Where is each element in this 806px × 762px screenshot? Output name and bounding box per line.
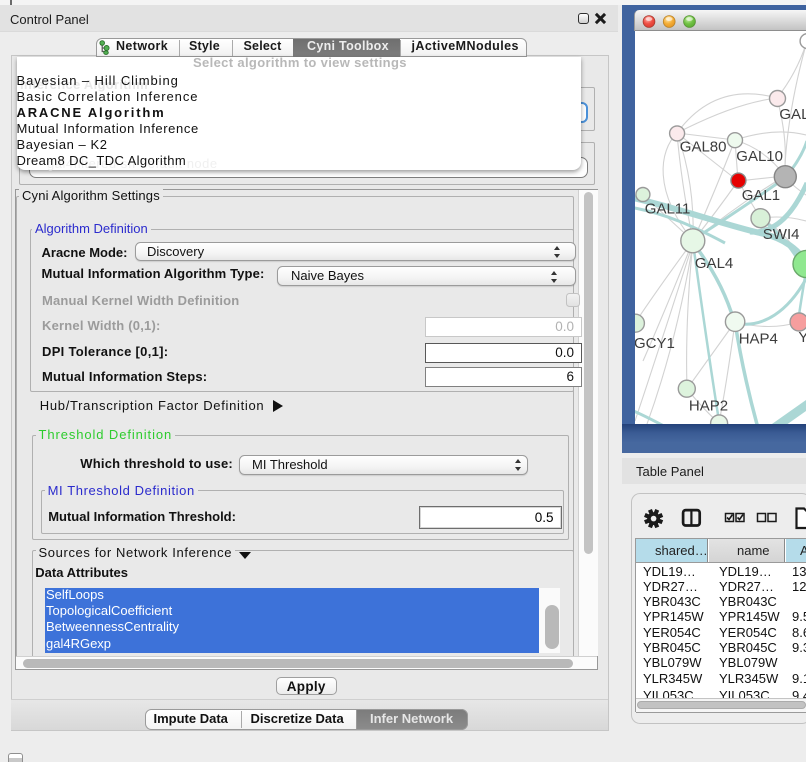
- svg-text:Y: Y: [798, 329, 806, 346]
- svg-text:GAL1: GAL1: [742, 187, 780, 204]
- svg-text:GAL80: GAL80: [680, 139, 727, 156]
- svg-text:HAP4: HAP4: [739, 331, 778, 348]
- svg-text:GAL4: GAL4: [695, 255, 733, 272]
- svg-text:HAP2: HAP2: [689, 398, 728, 415]
- svg-text:GCY1: GCY1: [635, 335, 675, 352]
- svg-text:GAL7: GAL7: [779, 106, 806, 123]
- svg-text:SWI4: SWI4: [763, 226, 800, 243]
- svg-text:GAL11: GAL11: [645, 201, 691, 218]
- svg-text:GAL10: GAL10: [736, 148, 783, 165]
